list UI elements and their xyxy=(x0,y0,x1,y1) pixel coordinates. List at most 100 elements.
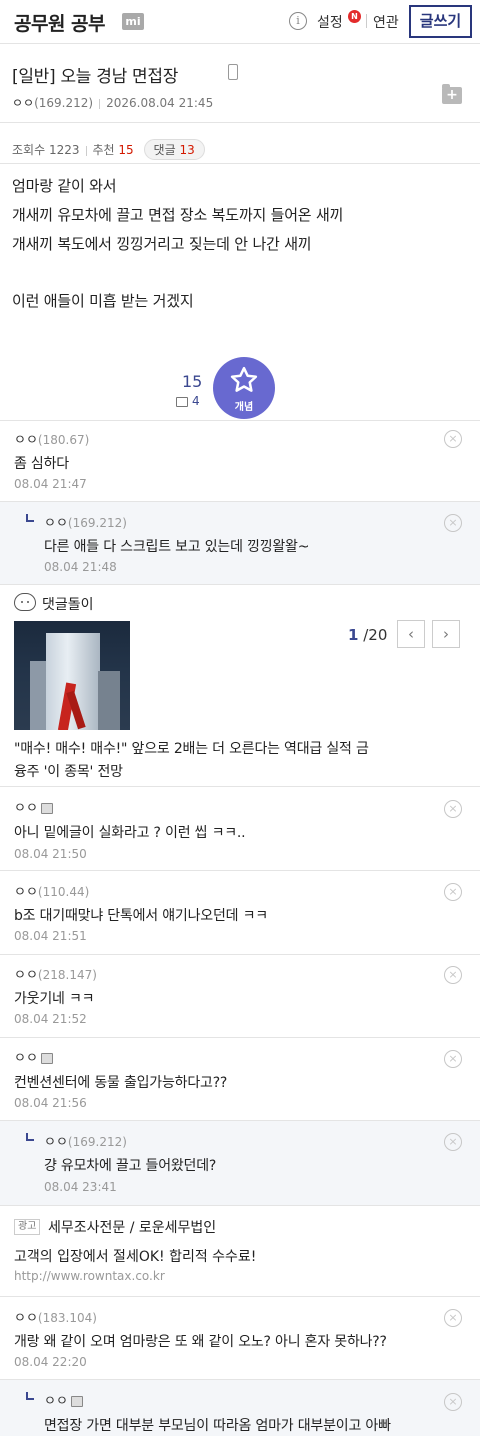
comment-author[interactable]: ㅇㅇ xyxy=(14,1047,53,1066)
bot-pagination: 1 /20 xyxy=(348,626,387,644)
ad-badge: 광고 xyxy=(14,1219,41,1235)
gallog-icon[interactable] xyxy=(40,803,53,814)
ad-url[interactable]: http://www.rowntax.co.kr xyxy=(14,1269,165,1283)
comment-date: 08.04 22:20 xyxy=(14,1355,87,1369)
folder-add-icon[interactable]: + xyxy=(442,84,462,104)
recommend-total: 15 xyxy=(182,372,203,391)
delete-icon[interactable]: × xyxy=(444,430,462,448)
comment-text: b조 대기때맞냐 단톡에서 얘기나오던데 ㅋㅋ xyxy=(14,908,268,924)
comment-text: 걍 유모차에 끌고 들어왔던데? xyxy=(44,1158,217,1174)
comment-author[interactable]: ㅇㅇ xyxy=(44,1390,83,1409)
meta-divider xyxy=(99,98,101,109)
comment-text: 개랑 왜 같이 오며 엄마랑은 또 왜 같이 오노? 아니 혼자 못하나?? xyxy=(14,1334,387,1350)
comment-ip: (180.67) xyxy=(37,433,90,447)
next-button[interactable]: › xyxy=(432,620,460,648)
delete-icon[interactable]: × xyxy=(444,1133,462,1151)
ad-title[interactable]: 세무조사전문 / 로운세무법인 xyxy=(48,1217,216,1237)
comments-label: 댓글 xyxy=(153,143,176,157)
gallery-title[interactable]: 공무원 공부 xyxy=(14,9,106,36)
write-button[interactable]: 글쓰기 xyxy=(409,5,472,38)
delete-icon[interactable]: × xyxy=(444,1393,462,1411)
post-body-line: 개새끼 복도에서 낑낑거리고 짖는데 안 나간 새끼 xyxy=(12,235,312,253)
comments-count: 13 xyxy=(179,143,195,157)
divider xyxy=(0,1205,480,1206)
post-body-line: 이런 애들이 미흡 받는 거겠지 xyxy=(12,292,194,310)
star-icon xyxy=(230,366,258,392)
stats-divider xyxy=(85,145,87,156)
setting-link[interactable]: 설정 xyxy=(317,12,343,32)
reply-arrow-icon xyxy=(26,1392,34,1400)
comment-author[interactable]: ㅇㅇ(218.147) xyxy=(14,964,97,983)
bot-headline[interactable]: 융주 '이 종목' 전망 xyxy=(14,761,123,781)
recommend-button-label: 개념 xyxy=(234,402,254,413)
comment-ip: (183.104) xyxy=(37,1311,97,1325)
comment-ip: (110.44) xyxy=(37,885,90,899)
comment-nick[interactable]: ㅇㅇ xyxy=(44,1394,68,1409)
views-count: 1223 xyxy=(48,143,80,157)
new-badge: N xyxy=(348,10,361,23)
delete-icon[interactable]: × xyxy=(444,800,462,818)
reply-item: ㅇㅇ(169.212) 걍 유모차에 끌고 들어왔던데? 08.04 23:41… xyxy=(0,1121,480,1205)
comment-ip: (218.147) xyxy=(37,968,97,982)
delete-icon[interactable]: × xyxy=(444,883,462,901)
comment-text: 면접장 가면 대부분 부모님이 따라옴 엄마가 대부분이고 아빠 xyxy=(44,1418,391,1434)
comment-date: 08.04 23:41 xyxy=(44,1180,117,1194)
comment-author[interactable]: ㅇㅇ(169.212) xyxy=(44,512,127,531)
reply-item: ㅇㅇ(169.212) 다른 애들 다 스크립트 보고 있는데 낑낑왈왈~ 08… xyxy=(0,502,480,584)
delete-icon[interactable]: × xyxy=(444,514,462,532)
comment-item: ㅇㅇ(180.67) 좀 심하다 08.04 21:47 × xyxy=(0,421,480,501)
image-icon xyxy=(176,396,188,407)
delete-icon[interactable]: × xyxy=(444,1050,462,1068)
comment-nick[interactable]: ㅇㅇ xyxy=(14,433,38,448)
comment-item: ㅇㅇ 컨벤션센터에 동물 출입가능하다고?? 08.04 21:56 × xyxy=(0,1038,480,1120)
comment-text: 좀 심하다 xyxy=(14,456,69,472)
comment-date: 08.04 21:48 xyxy=(44,560,117,574)
comment-author[interactable]: ㅇㅇ(183.104) xyxy=(14,1307,97,1326)
related-link[interactable]: 연관 xyxy=(373,12,399,32)
comment-nick[interactable]: ㅇㅇ xyxy=(14,1051,38,1066)
post-ip: (169.212) xyxy=(34,96,94,110)
info-icon[interactable]: i xyxy=(289,12,307,30)
recommend-button[interactable]: 개념 xyxy=(213,357,275,419)
comment-nick[interactable]: ㅇㅇ xyxy=(14,968,38,983)
comment-ip: (169.212) xyxy=(67,1135,127,1149)
post-meta: ㅇㅇ(169.212) 2026.08.04 21:45 xyxy=(12,94,213,111)
comment-date: 08.04 21:47 xyxy=(14,477,87,491)
mi-badge: mi xyxy=(122,13,144,30)
delete-icon[interactable]: × xyxy=(444,1309,462,1327)
bot-thumbnail[interactable] xyxy=(14,621,130,730)
thumb-building xyxy=(98,671,120,730)
comment-nick[interactable]: ㅇㅇ xyxy=(14,1311,38,1326)
comment-date: 08.04 21:52 xyxy=(14,1012,87,1026)
post-datetime: 2026.08.04 21:45 xyxy=(106,96,214,110)
image-recommend: 4 xyxy=(176,394,200,408)
comment-author[interactable]: ㅇㅇ(169.212) xyxy=(44,1131,127,1150)
bot-page-current: 1 xyxy=(348,626,359,644)
comment-nick[interactable]: ㅇㅇ xyxy=(44,516,68,531)
reply-item: ㅇㅇ 면접장 가면 대부분 부모님이 따라옴 엄마가 대부분이고 아빠 × xyxy=(0,1380,480,1436)
comment-nick[interactable]: ㅇㅇ xyxy=(44,1135,68,1150)
comment-bot-title: 댓글돌이 xyxy=(42,597,94,613)
post-author[interactable]: ㅇㅇ xyxy=(12,96,34,110)
comment-author[interactable]: ㅇㅇ(110.44) xyxy=(14,881,89,900)
bot-headline[interactable]: "매수! 매수! 매수!" 앞으로 2배는 더 오른다는 역대급 실적 금 xyxy=(14,738,369,758)
comment-item: ㅇㅇ(110.44) b조 대기때맞냐 단톡에서 얘기나오던데 ㅋㅋ 08.04… xyxy=(0,871,480,954)
comment-nick[interactable]: ㅇㅇ xyxy=(14,801,38,816)
comment-item: ㅇㅇ 아니 밑에글이 실화라고 ? 이런 씹 ㅋㅋ.. 08.04 21:50 … xyxy=(0,787,480,870)
delete-icon[interactable]: × xyxy=(444,966,462,984)
post-body-line: 엄마랑 같이 와서 xyxy=(12,177,117,195)
comment-author[interactable]: ㅇㅇ xyxy=(14,797,53,816)
comment-bot-icon xyxy=(14,593,36,611)
comment-nick[interactable]: ㅇㅇ xyxy=(14,885,38,900)
gallog-icon[interactable] xyxy=(40,1053,53,1064)
gallery-header: 공무원 공부 mi i 설정 N 연관 글쓰기 xyxy=(0,0,480,44)
comment-item: ㅇㅇ(183.104) 개랑 왜 같이 오며 엄마랑은 또 왜 같이 오노? 아… xyxy=(0,1297,480,1379)
comment-date: 08.04 21:50 xyxy=(14,847,87,861)
ad-text[interactable]: 고객의 입장에서 절세OK! 합리적 수수료! xyxy=(14,1246,256,1266)
comment-count-badge[interactable]: 댓글 13 xyxy=(143,139,205,160)
gallog-icon[interactable] xyxy=(70,1396,83,1407)
comment-item: ㅇㅇ(218.147) 가웃기네 ㅋㅋ 08.04 21:52 × xyxy=(0,955,480,1037)
comment-author[interactable]: ㅇㅇ(180.67) xyxy=(14,429,89,448)
comment-text: 다른 애들 다 스크립트 보고 있는데 낑낑왈왈~ xyxy=(44,539,310,555)
prev-button[interactable]: ‹ xyxy=(397,620,425,648)
